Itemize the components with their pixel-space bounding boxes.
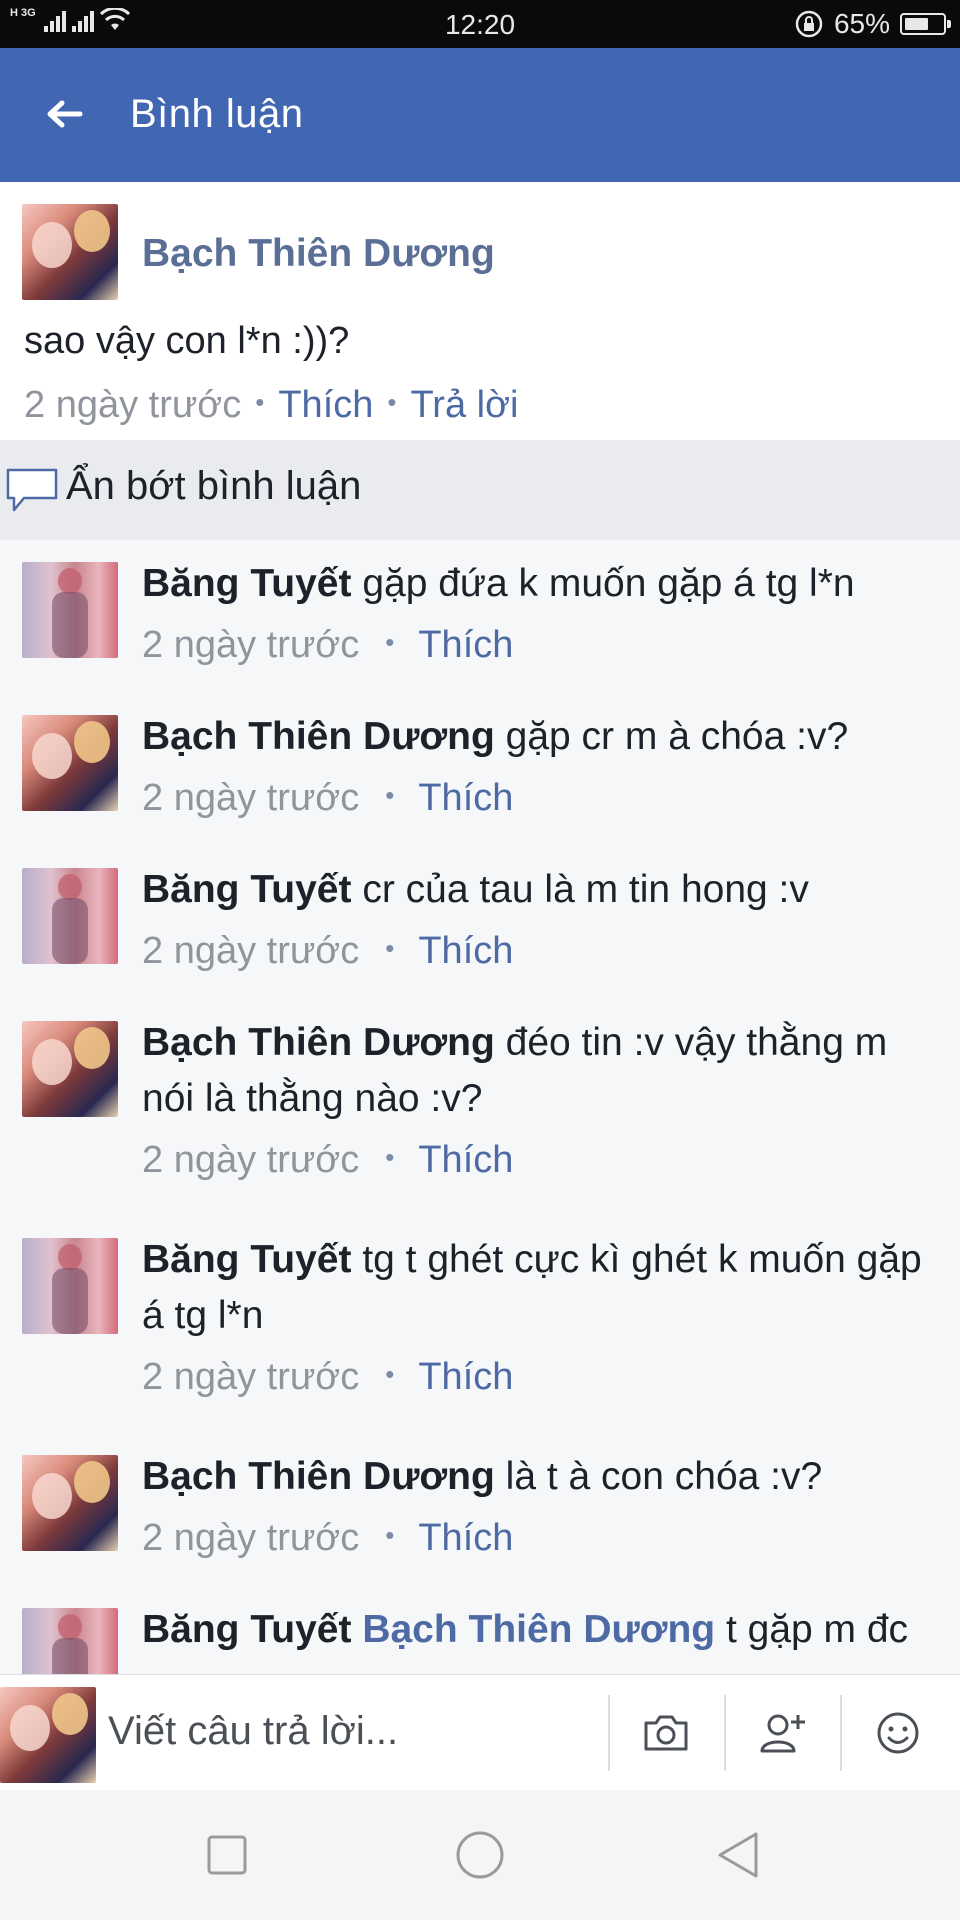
reply-time: 2 ngày trước bbox=[142, 1517, 360, 1559]
reply-time: 2 ngày trước bbox=[142, 1139, 360, 1181]
reply-body: Bạch Thiên Dương là t à con chóa :v? bbox=[142, 1449, 942, 1505]
reply-body: Băng Tuyết cr của tau là m tin hong :v bbox=[142, 862, 942, 918]
like-link[interactable]: Thích bbox=[418, 777, 513, 819]
comment-author[interactable]: Bạch Thiên Dương bbox=[142, 232, 495, 276]
reply-body: Bạch Thiên Dương đéo tin :v vậy thằng m … bbox=[142, 1015, 942, 1127]
reply-body: Băng Tuyết gặp đứa k muốn gặp á tg l*n bbox=[142, 556, 942, 612]
avatar[interactable] bbox=[22, 868, 118, 964]
mention-link[interactable]: Bạch Thiên Dương bbox=[362, 1608, 715, 1651]
reply-text: là t à con chóa :v? bbox=[505, 1455, 823, 1498]
reply-meta: 2 ngày trước • Thích bbox=[142, 930, 513, 973]
reply-time: 2 ngày trước bbox=[142, 1356, 360, 1398]
reply-text: gặp cr m à chóa :v? bbox=[505, 715, 849, 758]
reply-text: t gặp m đc bbox=[725, 1608, 909, 1651]
reply-meta: 2 ngày trước • Thích bbox=[142, 1517, 513, 1560]
like-link[interactable]: Thích bbox=[418, 1517, 513, 1559]
avatar[interactable] bbox=[22, 715, 118, 811]
reply-text: cr của tau là m tin hong :v bbox=[362, 868, 809, 911]
add-person-icon[interactable] bbox=[754, 1705, 810, 1761]
rotation-lock-icon bbox=[795, 10, 823, 38]
battery-icon bbox=[900, 13, 951, 35]
square-icon[interactable] bbox=[200, 1828, 254, 1882]
reply-link[interactable]: Trả lời bbox=[411, 384, 519, 426]
comment-time: 2 ngày trước bbox=[24, 384, 242, 426]
separator-dot: • bbox=[385, 1359, 395, 1389]
separator-dot: • bbox=[385, 780, 395, 810]
reply-author[interactable]: Băng Tuyết bbox=[142, 868, 351, 911]
reply-meta: 2 ngày trước • Thích bbox=[142, 1139, 513, 1182]
reply-body: Băng Tuyết Bạch Thiên Dương t gặp m đc bbox=[142, 1602, 942, 1658]
separator-dot: • bbox=[385, 627, 395, 657]
avatar[interactable] bbox=[22, 1238, 118, 1334]
like-link[interactable]: Thích bbox=[278, 384, 373, 426]
separator-dot: • bbox=[387, 387, 397, 417]
replies-list: Băng Tuyết gặp đứa k muốn gặp á tg l*n 2 … bbox=[0, 540, 960, 1674]
reply-time: 2 ngày trước bbox=[142, 930, 360, 972]
camera-icon[interactable] bbox=[638, 1705, 694, 1761]
system-nav-bar bbox=[0, 1790, 960, 1920]
parent-comment: Bạch Thiên Dương sao vậy con l*n :))? 2 … bbox=[0, 182, 960, 440]
status-right: 65% bbox=[794, 8, 951, 40]
page-title: Bình luận bbox=[130, 92, 304, 136]
separator-dot: • bbox=[255, 387, 265, 417]
reply-author[interactable]: Băng Tuyết bbox=[142, 562, 351, 605]
like-link[interactable]: Thích bbox=[418, 1356, 513, 1398]
avatar[interactable] bbox=[22, 1021, 118, 1117]
status-bar: H 3G 12:20 65% bbox=[0, 0, 960, 48]
reply-author[interactable]: Bạch Thiên Dương bbox=[142, 1021, 495, 1064]
reply-meta: 2 ngày trước • Thích bbox=[142, 1356, 513, 1399]
avatar[interactable] bbox=[22, 1455, 118, 1551]
like-link[interactable]: Thích bbox=[418, 624, 513, 666]
reply-author[interactable]: Bạch Thiên Dương bbox=[142, 715, 495, 758]
comment-text: sao vậy con l*n :))? bbox=[24, 320, 350, 362]
app-bar: Bình luận bbox=[0, 48, 960, 182]
reply-author[interactable]: Bạch Thiên Dương bbox=[142, 1455, 495, 1498]
divider bbox=[840, 1695, 842, 1771]
reply-composer: Viết câu trả lời... bbox=[0, 1674, 960, 1791]
separator-dot: • bbox=[385, 933, 395, 963]
divider bbox=[608, 1695, 610, 1771]
avatar[interactable] bbox=[22, 204, 118, 300]
speech-bubble-icon bbox=[6, 468, 58, 512]
reply-meta: 2 ngày trước • Thích bbox=[142, 624, 513, 667]
battery-percent: 65% bbox=[833, 8, 890, 39]
circle-icon[interactable] bbox=[453, 1828, 507, 1882]
reply-text: gặp đứa k muốn gặp á tg l*n bbox=[362, 562, 855, 605]
smiley-icon[interactable] bbox=[870, 1705, 926, 1761]
comment-meta: 2 ngày trước • Thích • Trả lời bbox=[24, 384, 518, 427]
separator-dot: • bbox=[385, 1142, 395, 1172]
like-link[interactable]: Thích bbox=[418, 930, 513, 972]
hide-replies-label: Ẩn bớt bình luận bbox=[66, 464, 362, 508]
back-arrow-icon[interactable] bbox=[42, 92, 86, 136]
hide-replies-bar[interactable]: Ẩn bớt bình luận bbox=[0, 440, 960, 540]
avatar bbox=[0, 1687, 96, 1783]
reply-author[interactable]: Băng Tuyết bbox=[142, 1608, 351, 1651]
reply-body: Bạch Thiên Dương gặp cr m à chóa :v? bbox=[142, 709, 942, 765]
reply-time: 2 ngày trước bbox=[142, 777, 360, 819]
like-link[interactable]: Thích bbox=[418, 1139, 513, 1181]
triangle-back-icon[interactable] bbox=[712, 1828, 766, 1882]
reply-input[interactable]: Viết câu trả lời... bbox=[108, 1709, 398, 1754]
reply-body: Băng Tuyết tg t ghét cực kì ghét k muốn … bbox=[142, 1232, 942, 1344]
divider bbox=[724, 1695, 726, 1771]
reply-meta: 2 ngày trước • Thích bbox=[142, 777, 513, 820]
reply-author[interactable]: Băng Tuyết bbox=[142, 1238, 351, 1281]
separator-dot: • bbox=[385, 1520, 395, 1550]
avatar[interactable] bbox=[22, 1608, 118, 1674]
reply-time: 2 ngày trước bbox=[142, 624, 360, 666]
avatar[interactable] bbox=[22, 562, 118, 658]
